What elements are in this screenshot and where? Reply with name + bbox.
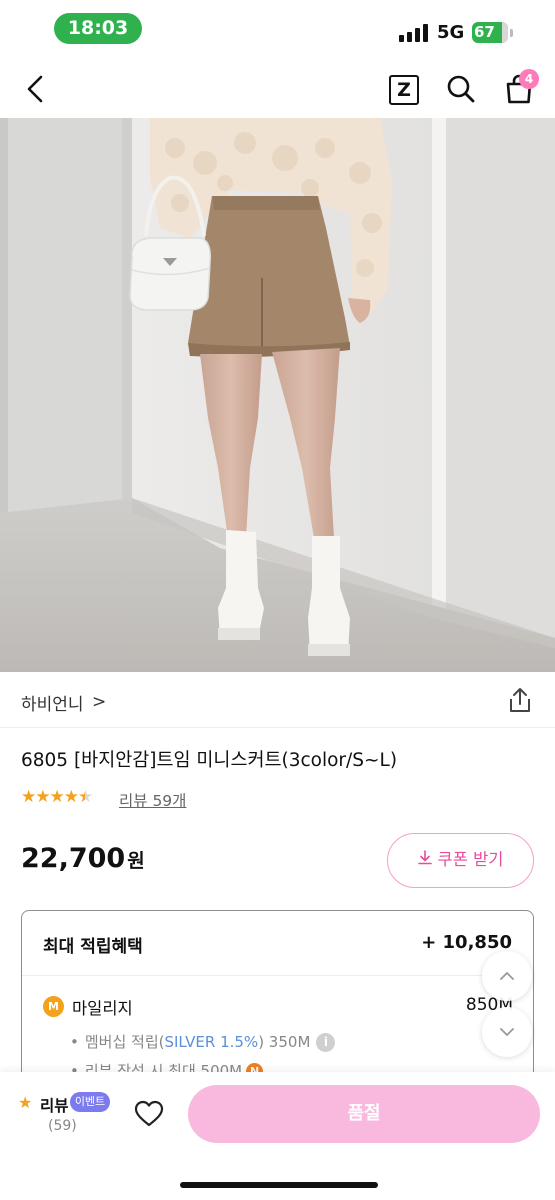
review-label: 리뷰 bbox=[40, 1097, 69, 1115]
scroll-down-button[interactable] bbox=[482, 1007, 532, 1057]
chevron-up-icon bbox=[500, 972, 514, 980]
download-icon bbox=[417, 834, 432, 886]
rating-star: ★ bbox=[63, 787, 79, 807]
brand-name[interactable]: 하비언니 bbox=[21, 690, 84, 715]
rating-star: ★ bbox=[49, 787, 65, 807]
rating-star: ★ bbox=[21, 787, 36, 807]
network-type: 5G bbox=[437, 22, 465, 43]
chevron-left-icon bbox=[27, 75, 43, 103]
search-button[interactable] bbox=[445, 73, 477, 105]
product-title: 6805 [바지안감]트임 미니스커트(3color/S~L) bbox=[21, 750, 398, 771]
battery-nub bbox=[510, 29, 513, 37]
search-icon bbox=[447, 75, 475, 103]
share-button[interactable] bbox=[507, 686, 533, 714]
review-count: (59) bbox=[48, 1118, 77, 1134]
coupon-label: 쿠폰 받기 bbox=[437, 850, 504, 869]
price-value: 22,700 bbox=[21, 843, 126, 874]
cart-count-badge: 4 bbox=[519, 69, 539, 89]
chevron-right-icon: > bbox=[92, 692, 107, 712]
signal-icon bbox=[399, 24, 431, 42]
benefit-header: 최대 적립혜택 + 10,850 bbox=[22, 911, 532, 976]
benefit-total: + 10,850 bbox=[421, 932, 512, 953]
status-time: 18:03 bbox=[54, 13, 142, 44]
rating-stars: ★★★★★ bbox=[21, 787, 113, 809]
scroll-up-button[interactable] bbox=[482, 951, 532, 1001]
membership-line: • 멤버십 적립(SILVER 1.5%) 350M i bbox=[70, 1031, 336, 1052]
brand-row[interactable]: 하비언니 > bbox=[0, 672, 555, 728]
price: 22,700 원 bbox=[21, 843, 145, 874]
share-icon bbox=[510, 688, 530, 712]
sold-out-button[interactable]: 품절 bbox=[188, 1085, 540, 1143]
mileage-label: 마일리지 bbox=[72, 999, 133, 1018]
membership-tier: SILVER 1.5% bbox=[164, 1033, 259, 1051]
product-photo bbox=[0, 118, 555, 672]
rating-star: ★ bbox=[35, 787, 50, 807]
star-icon: ★ bbox=[18, 1093, 33, 1112]
review-button[interactable]: ★ 리뷰 이벤트 (59) bbox=[18, 1092, 113, 1142]
benefit-title: 최대 적립혜택 bbox=[43, 937, 143, 957]
back-button[interactable] bbox=[20, 72, 52, 106]
event-badge: 이벤트 bbox=[70, 1092, 110, 1112]
review-count-link[interactable]: 리뷰 59개 bbox=[119, 789, 186, 811]
status-bar: 18:03 5G 67 bbox=[0, 0, 555, 60]
product-image[interactable] bbox=[0, 118, 555, 672]
rating-star: ★ bbox=[78, 787, 93, 807]
info-icon[interactable]: i bbox=[316, 1033, 336, 1052]
home-indicator bbox=[180, 1182, 378, 1188]
price-unit: 원 bbox=[127, 850, 145, 872]
heart-icon bbox=[134, 1100, 164, 1127]
wishlist-button[interactable] bbox=[134, 1100, 164, 1128]
top-nav: Z bbox=[0, 60, 555, 118]
membership-prefix: 멤버십 적립( bbox=[84, 1033, 165, 1051]
mileage-icon: M bbox=[43, 996, 64, 1017]
chevron-down-icon bbox=[500, 1028, 514, 1036]
zigzag-button[interactable]: Z bbox=[389, 75, 419, 105]
bottom-action-bar: ★ 리뷰 이벤트 (59) 품절 bbox=[0, 1072, 555, 1200]
battery-icon: 67 bbox=[472, 22, 508, 43]
coupon-button[interactable]: 쿠폰 받기 bbox=[387, 833, 534, 888]
membership-suffix: ) 350M bbox=[258, 1033, 311, 1051]
